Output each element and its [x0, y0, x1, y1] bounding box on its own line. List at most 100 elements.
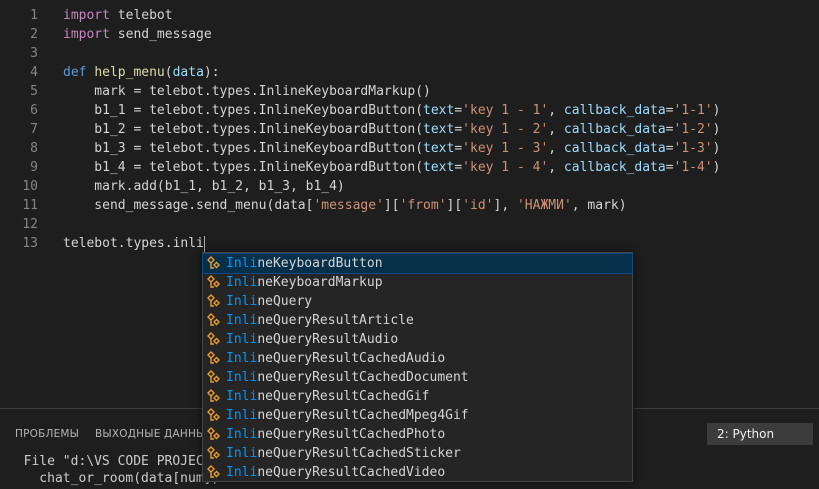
match-highlight: Inli — [226, 313, 258, 328]
code-line[interactable]: 8 b1_3 = telebot.types.InlineKeyboardBut… — [0, 139, 819, 158]
code-token: '1-4' — [673, 160, 713, 175]
code-text[interactable]: import send_message — [63, 25, 212, 44]
code-text[interactable]: b1_4 = telebot.types.InlineKeyboardButto… — [63, 158, 720, 177]
line-number: 7 — [30, 122, 38, 137]
class-icon — [206, 389, 222, 404]
code-token: = — [454, 103, 463, 118]
code-token: ][ — [383, 198, 400, 213]
suggestion-label: InlineQueryResultCachedGif — [226, 387, 430, 406]
line-number: 8 — [30, 141, 38, 156]
suggestion-item[interactable]: InlineQueryResultCachedMpeg4Gif — [203, 406, 632, 425]
code-text[interactable]: mark.add(b1_1, b1_2, b1_3, b1_4) — [63, 177, 344, 196]
class-icon — [206, 275, 222, 290]
match-highlight: Inli — [226, 332, 258, 347]
class-icon — [206, 332, 222, 347]
code-token: ) — [712, 122, 721, 137]
suggestion-item[interactable]: InlineQueryResultAudio — [203, 330, 632, 349]
text-cursor — [203, 235, 205, 252]
code-line[interactable]: 12 — [0, 215, 819, 234]
tab-output[interactable]: ВЫХОДНЫЕ ДАННЫЕ — [95, 428, 212, 440]
class-icon — [206, 294, 222, 309]
line-number: 6 — [30, 103, 38, 118]
suggestion-item[interactable]: InlineKeyboardButton — [202, 253, 633, 274]
tab-problems[interactable]: ПРОБЛЕМЫ — [15, 428, 79, 440]
class-icon — [206, 351, 222, 366]
suggestion-rest: neQueryResultCachedVideo — [257, 465, 446, 480]
code-token: ) — [712, 160, 721, 175]
suggestion-label: InlineQueryResultCachedVideo — [226, 463, 445, 482]
code-line[interactable]: 4 def help_menu(data): — [0, 63, 819, 82]
class-icon — [206, 408, 222, 423]
code-text[interactable]: b1_3 = telebot.types.InlineKeyboardButto… — [63, 139, 720, 158]
line-number: 13 — [22, 236, 38, 251]
suggestion-rest: neQuery — [257, 294, 313, 309]
suggestion-item[interactable]: InlineKeyboardMarkup — [203, 273, 632, 292]
class-icon — [206, 313, 222, 328]
match-highlight: Inli — [226, 275, 258, 290]
code-text[interactable]: b1_2 = telebot.types.InlineKeyboardButto… — [63, 120, 720, 139]
suggestion-rest: neQueryResultCachedDocument — [257, 370, 469, 385]
code-token: text — [423, 103, 455, 118]
code-line[interactable]: 10 mark.add(b1_1, b1_2, b1_3, b1_4) — [0, 177, 819, 196]
suggestion-rest: neQueryResultArticle — [257, 313, 414, 328]
code-token: callback_data — [563, 141, 666, 156]
line-number: 4 — [30, 65, 38, 80]
code-line[interactable]: 5 mark = telebot.types.InlineKeyboardMar… — [0, 82, 819, 101]
code-token: 'from' — [399, 198, 447, 213]
match-highlight: Inli — [226, 389, 258, 404]
code-line[interactable]: 7 b1_2 = telebot.types.InlineKeyboardBut… — [0, 120, 819, 139]
code-token: ) — [712, 141, 721, 156]
code-token: = — [454, 160, 463, 175]
suggestion-item[interactable]: InlineQueryResultCachedSticker — [203, 444, 632, 463]
code-line[interactable]: 13 telebot.types.inli — [0, 234, 819, 253]
suggestion-item[interactable]: InlineQueryResultArticle — [203, 311, 632, 330]
suggestion-rest: neQueryResultCachedGif — [257, 389, 430, 404]
line-number: 12 — [22, 217, 38, 232]
code-token: = — [454, 122, 463, 137]
code-line[interactable]: 6 b1_1 = telebot.types.InlineKeyboardBut… — [0, 101, 819, 120]
code-token: callback_data — [563, 122, 666, 137]
code-text[interactable]: send_message.send_menu(data['message']['… — [63, 196, 626, 215]
line-number: 3 — [30, 46, 38, 61]
code-token: , — [548, 103, 564, 118]
match-highlight: Inli — [226, 351, 258, 366]
suggestion-item[interactable]: InlineQuery — [203, 292, 632, 311]
match-highlight: Inli — [226, 446, 258, 461]
code-line[interactable]: 3 — [0, 44, 819, 63]
code-line[interactable]: 1 import telebot — [0, 6, 819, 25]
autocomplete-suggest-widget[interactable]: InlineKeyboardButton InlineKeyboardMarkup… — [202, 252, 633, 482]
code-text[interactable]: import telebot — [63, 6, 173, 25]
suggestion-item[interactable]: InlineQueryResultCachedAudio — [203, 349, 632, 368]
suggestion-rest: neKeyboardMarkup — [257, 275, 383, 290]
code-token: callback_data — [563, 103, 666, 118]
match-highlight: Inli — [226, 370, 258, 385]
line-number: 1 — [30, 8, 38, 23]
match-highlight: Inli — [226, 294, 258, 309]
code-line[interactable]: 2 import send_message — [0, 25, 819, 44]
code-token: telebot.types.inli — [63, 236, 204, 251]
code-text[interactable]: telebot.types.inli — [63, 234, 205, 253]
code-token: import — [63, 27, 110, 42]
code-text[interactable]: mark = telebot.types.InlineKeyboardMarku… — [63, 82, 431, 101]
code-token: 'key 1 - 3' — [462, 141, 549, 156]
code-token: b1_4 = telebot.types.InlineKeyboardButto… — [63, 160, 424, 175]
code-line[interactable]: 11 send_message.send_menu(data['message'… — [0, 196, 819, 215]
code-text[interactable]: b1_1 = telebot.types.InlineKeyboardButto… — [63, 101, 720, 120]
terminal-line: chat_or_room(data[num]) — [8, 471, 220, 486]
suggestion-item[interactable]: InlineQueryResultCachedPhoto — [203, 425, 632, 444]
suggestion-item[interactable]: InlineQueryResultCachedDocument — [203, 368, 632, 387]
code-line[interactable]: 9 b1_4 = telebot.types.InlineKeyboardBut… — [0, 158, 819, 177]
code-token: '1-3' — [673, 141, 713, 156]
code-token: 'НАЖМИ' — [516, 198, 572, 213]
code-token: send_message — [109, 27, 212, 42]
line-number: 2 — [30, 27, 38, 42]
class-icon — [206, 465, 222, 480]
suggestion-item[interactable]: InlineQueryResultCachedVideo — [203, 463, 632, 482]
terminal-select[interactable]: 2: Python — [707, 423, 813, 445]
suggestion-label: InlineKeyboardMarkup — [226, 273, 383, 292]
match-highlight: Inli — [226, 256, 258, 271]
line-number: 9 — [30, 160, 38, 175]
code-token: b1_1 = telebot.types.InlineKeyboardButto… — [63, 103, 424, 118]
code-text[interactable]: def help_menu(data): — [63, 63, 220, 82]
suggestion-item[interactable]: InlineQueryResultCachedGif — [203, 387, 632, 406]
